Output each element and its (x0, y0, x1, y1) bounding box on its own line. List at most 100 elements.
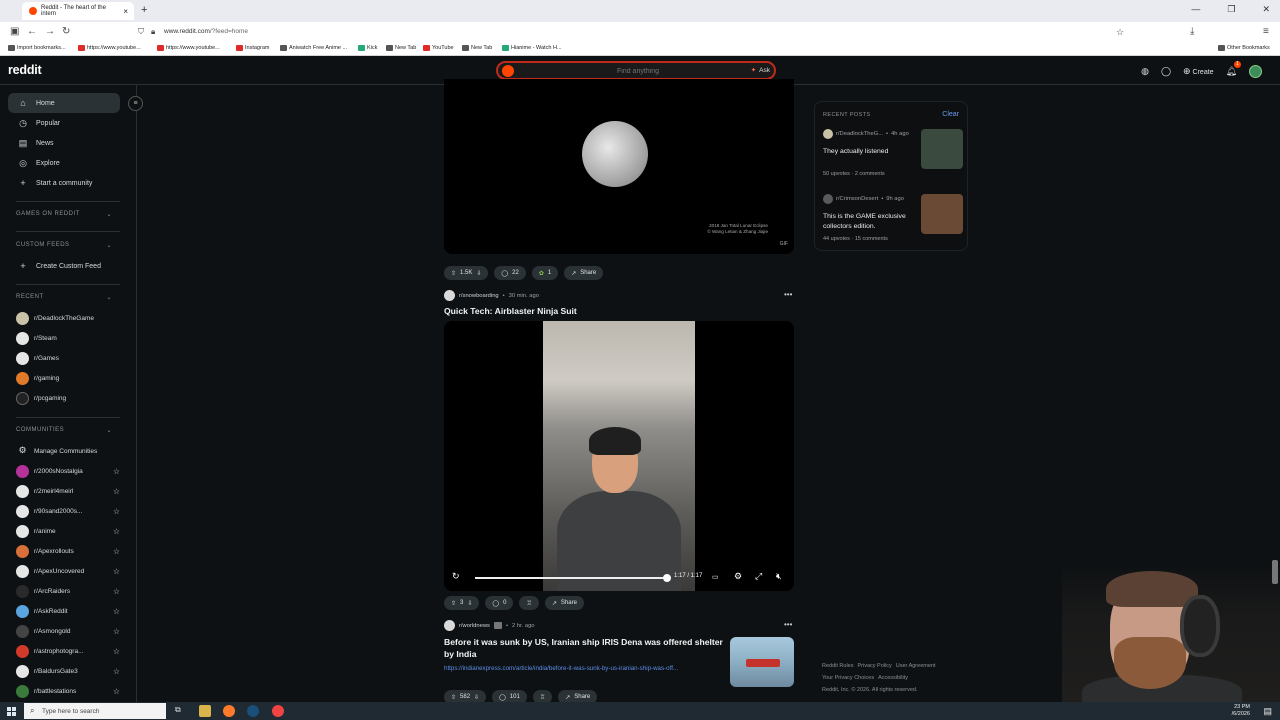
downvote-icon[interactable]: ⇩ (476, 270, 481, 277)
community-item[interactable]: r/AskReddit ☆ (16, 604, 120, 618)
bookmark-item[interactable]: Import bookmarks... (8, 45, 66, 51)
share-button[interactable]: ↗ Share (564, 266, 604, 280)
video-scrubber[interactable] (475, 577, 667, 579)
clear-recent-button[interactable]: Clear (942, 111, 959, 118)
bookmark-star-icon[interactable]: ☆ (1116, 27, 1124, 38)
favorite-star-icon[interactable]: ☆ (113, 687, 120, 696)
vote-control[interactable]: ⇧ 1.5K ⇩ (444, 266, 489, 280)
downvote-icon[interactable]: ⇩ (467, 600, 472, 607)
upvote-icon[interactable]: ⇧ (451, 600, 456, 607)
community-item[interactable]: r/ArcRaiders ☆ (16, 584, 120, 598)
minimize-button[interactable]: — (1191, 4, 1200, 15)
bookmark-item[interactable]: Instagram (236, 45, 269, 51)
post-thumbnail[interactable] (730, 637, 794, 687)
community-item[interactable]: r/90sand2000s... ☆ (16, 504, 120, 518)
community-item[interactable]: r/Asmongold ☆ (16, 624, 120, 638)
taskbar-clock[interactable]: 23 PM/6/2026 (1232, 704, 1250, 718)
firefox-icon[interactable] (223, 705, 235, 717)
favorite-star-icon[interactable]: ☆ (113, 547, 120, 556)
recent-post-title[interactable]: They actually listened (823, 147, 915, 157)
favorite-star-icon[interactable]: ☆ (113, 607, 120, 616)
community-item[interactable]: r/anime ☆ (16, 524, 120, 538)
footer-link[interactable]: Reddit Rules (822, 663, 854, 669)
communities-section-toggle[interactable]: COMMUNITIES ⌄ (16, 427, 112, 434)
favorite-star-icon[interactable]: ☆ (113, 507, 120, 516)
bookmark-item[interactable]: https://www.youtube... (78, 45, 141, 51)
reddit-logo[interactable]: reddit (8, 63, 42, 77)
forward-icon[interactable]: → (45, 26, 55, 37)
favorite-star-icon[interactable]: ☆ (113, 587, 120, 596)
comments-button[interactable]: ◯ 0 (485, 596, 514, 610)
upvote-icon[interactable]: ⇧ (451, 694, 456, 701)
footer-link[interactable]: Your Privacy Choices (822, 675, 874, 681)
windows-start-icon[interactable] (7, 707, 16, 716)
file-explorer-icon[interactable] (199, 705, 211, 717)
advertise-icon[interactable]: ◍ (1141, 66, 1149, 77)
create-custom-feed[interactable]: + Create Custom Feed (8, 256, 120, 276)
notifications-icon[interactable]: 🔔︎ 1 (1226, 61, 1241, 77)
footer-link[interactable]: Accessibility (878, 675, 908, 681)
taskbar-search[interactable]: ⌕ Type here to search (24, 703, 166, 719)
share-button[interactable]: ↗ Share (544, 596, 584, 610)
maximize-button[interactable]: ❐ (1227, 4, 1235, 15)
url-field[interactable]: www.reddit.com/?feed=home (164, 28, 248, 35)
user-avatar[interactable] (1249, 65, 1262, 78)
scrubber-handle[interactable] (663, 574, 671, 582)
new-tab-button[interactable]: + (141, 4, 147, 16)
post-title[interactable]: Before it was sunk by US, Iranian ship I… (444, 636, 724, 660)
recent-post-title[interactable]: This is the GAME exclusive collectors ed… (823, 212, 915, 232)
community-item[interactable]: r/Apexrollouts ☆ (16, 544, 120, 558)
bookmark-item[interactable]: Kick (358, 45, 377, 51)
ask-button[interactable]: ✦ Ask (751, 66, 770, 75)
favorite-star-icon[interactable]: ☆ (113, 527, 120, 536)
post-media-gif[interactable]: 2018 Jan Total Lunar Eclipse © Wang Letia… (444, 79, 794, 254)
custom-feeds-toggle[interactable]: CUSTOM FEEDS ⌄ (16, 242, 112, 249)
tab-close-icon[interactable]: × (123, 7, 128, 16)
sidebar-item-popular[interactable]: ◷ Popular (8, 113, 120, 133)
post-options-icon[interactable]: ••• (784, 620, 792, 629)
shield-icon[interactable]: ⛉ (138, 27, 144, 37)
community-item[interactable]: r/battlestations ☆ (16, 684, 120, 698)
award-button[interactable]: ♖ (519, 596, 539, 610)
community-item[interactable]: r/2meirl4meirl ☆ (16, 484, 120, 498)
favorite-star-icon[interactable]: ☆ (113, 647, 120, 656)
captions-icon[interactable]: ▭ (712, 573, 719, 581)
search-bar[interactable]: ✦Ask (496, 61, 776, 80)
post-link[interactable]: https://indianexpress.com/article/india/… (444, 665, 678, 672)
back-icon[interactable]: ← (27, 26, 37, 37)
menu-icon[interactable]: ≡ (1263, 26, 1269, 37)
bookmark-item[interactable]: https://www.youtube... (157, 45, 220, 51)
create-button[interactable]: ⊕ Create (1183, 66, 1214, 77)
steam-icon[interactable] (247, 705, 259, 717)
bookmark-item[interactable]: New Tab (462, 45, 492, 51)
subreddit-link[interactable]: r/worldnews (459, 623, 490, 629)
post-options-icon[interactable]: ••• (784, 290, 792, 299)
downloads-icon[interactable]: ⤓ (1190, 26, 1194, 37)
sidebar-item-start-community[interactable]: + Start a community (8, 173, 120, 193)
footer-link[interactable]: Privacy Policy (858, 663, 892, 669)
post-video[interactable]: ↻ 1:17 / 1:17 ▭ ⚙ ⤢ 🔇︎ (444, 321, 794, 591)
bookmark-item[interactable]: Hianime - Watch H... (502, 45, 562, 51)
post-title[interactable]: Quick Tech: Airblaster Ninja Suit (444, 305, 577, 317)
community-item[interactable]: r/BaldursGate3 ☆ (16, 664, 120, 678)
fullscreen-icon[interactable]: ⤢ (755, 571, 762, 582)
recent-post[interactable]: r/CrimsonDesert • 9h ago This is the GAME … (823, 194, 963, 250)
search-input[interactable] (548, 65, 728, 77)
page-scrollbar[interactable] (1272, 560, 1278, 584)
downvote-icon[interactable]: ⇩ (474, 694, 479, 701)
chat-icon[interactable]: ◯ (1161, 66, 1171, 77)
games-section-toggle[interactable]: GAMES ON REDDIT ⌄ (16, 211, 112, 218)
recent-item[interactable]: r/Games (16, 351, 120, 365)
close-window-button[interactable]: ✕ (1262, 4, 1270, 15)
sidebar-item-home[interactable]: ⌂ Home (8, 93, 120, 113)
community-item[interactable]: r/2000sNostalgia ☆ (16, 464, 120, 478)
vote-control[interactable]: ⇧ 3 ⇩ (444, 596, 480, 610)
bookmark-item[interactable]: YouTube (423, 45, 454, 51)
sidebar-item-explore[interactable]: ◎ Explore (8, 153, 120, 173)
notification-center-icon[interactable]: ▤ (1263, 706, 1272, 717)
sidebar-item-news[interactable]: ▤ News (8, 133, 120, 153)
comments-button[interactable]: ◯ 22 (494, 266, 526, 280)
favorite-star-icon[interactable]: ☆ (113, 487, 120, 496)
recent-post-thumbnail[interactable] (921, 129, 963, 169)
subreddit-link[interactable]: r/snowboarding (459, 293, 499, 299)
